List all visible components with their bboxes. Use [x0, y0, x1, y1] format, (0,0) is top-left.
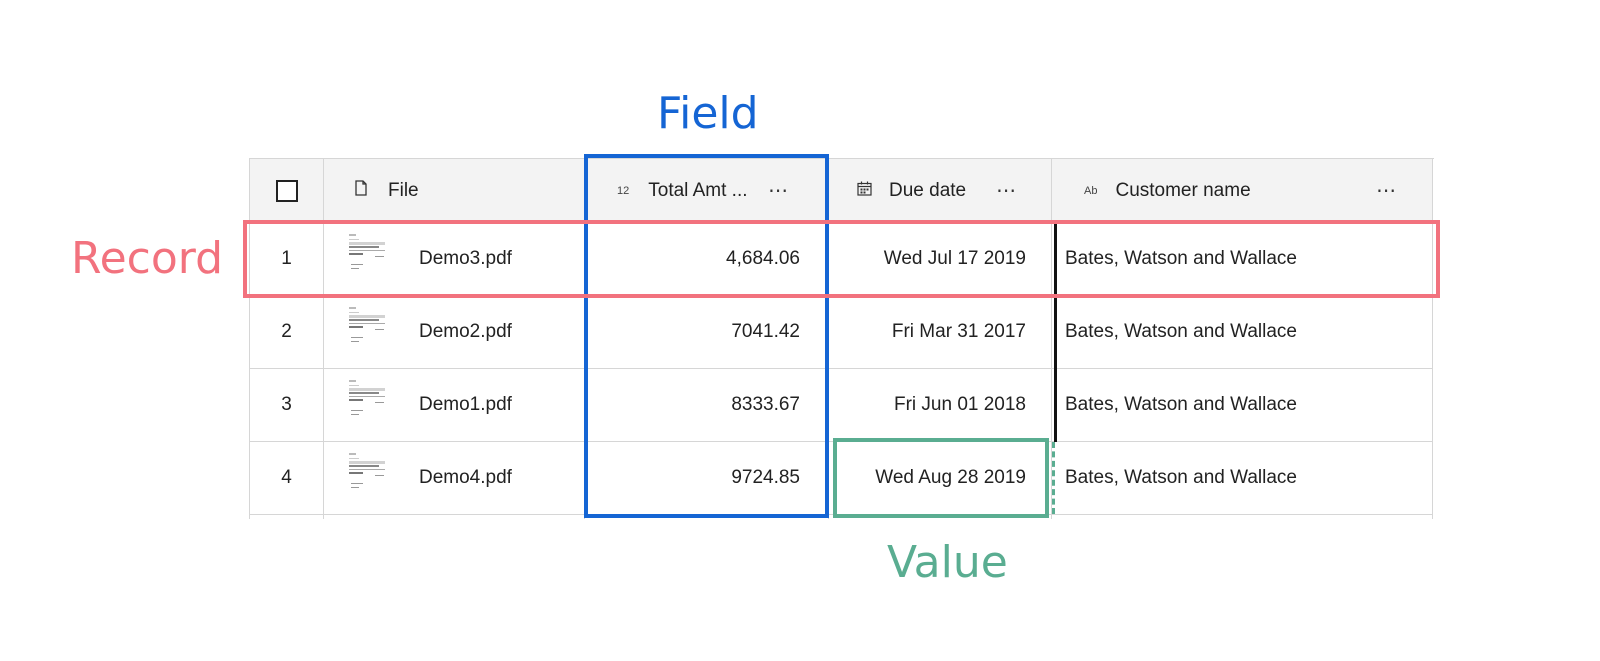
file-name: Demo4.pdf	[419, 467, 512, 488]
due-date-cell[interactable]: Fri Jun 01 2018	[829, 369, 1026, 441]
customer-name-cell[interactable]: Bates, Watson and Wallace	[1065, 369, 1425, 441]
field-highlight-box	[584, 154, 829, 518]
column-header-customer-name[interactable]: Ab Customer name	[1052, 159, 1432, 222]
table-row[interactable]: 3 Demo1.pdf 8333.67 Fri Jun 01 2018 Bate…	[250, 369, 1433, 442]
column-divider	[323, 159, 324, 519]
column-divider	[1432, 159, 1433, 519]
file-cell[interactable]: Demo4.pdf	[324, 442, 584, 514]
due-date-cell[interactable]: Fri Mar 31 2017	[829, 296, 1026, 368]
customer-name-cell[interactable]: Bates, Watson and Wallace	[1065, 442, 1425, 514]
table-row[interactable]: 2 Demo2.pdf 7041.42 Fri Mar 31 2017 Bate…	[250, 296, 1433, 369]
select-all-checkbox[interactable]	[275, 179, 298, 202]
file-name: Demo1.pdf	[419, 394, 512, 415]
customer-name-cell[interactable]: Bates, Watson and Wallace	[1065, 296, 1425, 368]
pdf-thumbnail-icon	[349, 380, 385, 415]
pdf-thumbnail-icon	[349, 453, 385, 488]
value-highlight-box	[833, 438, 1049, 518]
file-icon	[354, 179, 368, 202]
column-menu-more-icon[interactable]: ⋯	[1376, 159, 1397, 222]
table-header: File 12 Total Amt ... ⋯ Due date ⋯ Ab Cu…	[250, 159, 1433, 223]
select-all-cell	[250, 159, 323, 222]
record-annotation-label: Record	[71, 233, 224, 284]
file-cell[interactable]: Demo1.pdf	[324, 369, 584, 441]
column-header-label: File	[388, 179, 419, 201]
field-annotation-label: Field	[657, 88, 759, 139]
calendar-icon	[857, 180, 872, 202]
record-highlight-box	[243, 220, 1440, 298]
column-header-label: Customer name	[1115, 179, 1251, 201]
row-index: 4	[281, 467, 292, 488]
column-header-label: Due date	[889, 179, 967, 201]
column-header-due-date[interactable]: Due date	[829, 159, 1051, 222]
file-cell[interactable]: Demo2.pdf	[324, 296, 584, 368]
value-dashed-edge	[1052, 442, 1055, 514]
column-menu-more-icon[interactable]: ⋯	[996, 159, 1017, 222]
row-index: 2	[281, 321, 292, 342]
row-index: 3	[281, 394, 292, 415]
value-annotation-label: Value	[887, 537, 1008, 588]
column-header-file[interactable]: File	[324, 159, 584, 222]
text-type-icon: Ab	[1084, 184, 1098, 197]
pdf-thumbnail-icon	[349, 307, 385, 342]
file-name: Demo2.pdf	[419, 321, 512, 342]
